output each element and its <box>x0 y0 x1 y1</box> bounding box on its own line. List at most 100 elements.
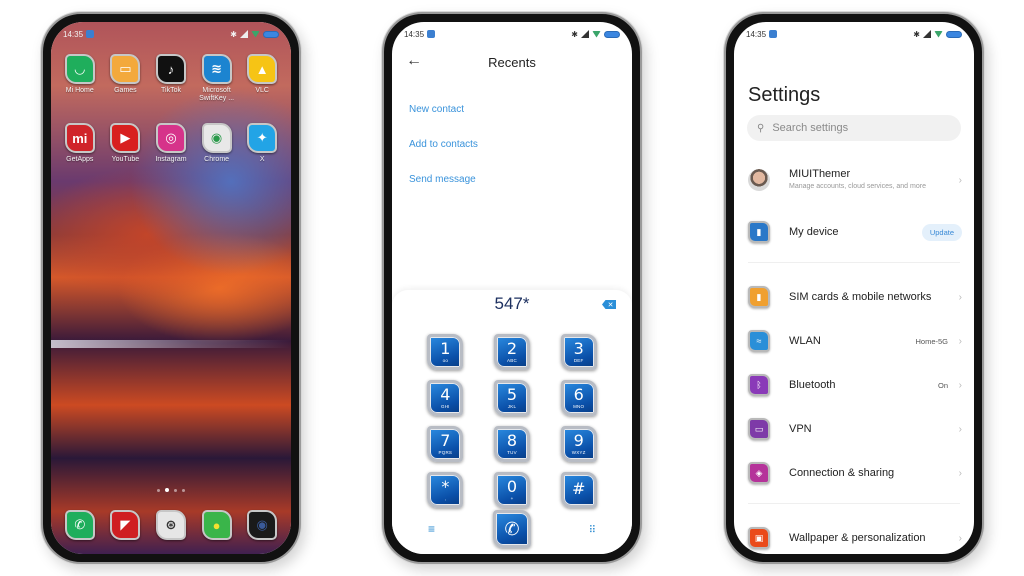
app-vlc[interactable]: ▲ VLC <box>239 54 285 103</box>
dial-key[interactable]: 3 DEF <box>560 334 597 370</box>
key-digit: 2 <box>506 338 518 358</box>
status-time: 14:35 <box>404 29 425 39</box>
device-icon: ▮ <box>748 221 770 243</box>
settings-item-connection-sharing[interactable]: ◈ Connection & sharing › <box>734 451 974 495</box>
settings-item-label: Connection & sharing <box>789 467 895 479</box>
app-tiktok[interactable]: ♪ TikTok <box>148 54 194 103</box>
settings-item-sim-card[interactable]: ▮ SIM cards & mobile networks › <box>734 275 974 319</box>
menu-icon[interactable]: ≡ <box>428 522 435 536</box>
key-letters: PQRS <box>438 449 453 455</box>
dial-key[interactable]: 0 + <box>493 472 530 508</box>
dock-gallery-icon[interactable]: ● <box>201 510 232 540</box>
account-row[interactable]: MIUIThemer Manage accounts, cloud servic… <box>734 150 974 210</box>
settings-list: MIUIThemer Manage accounts, cloud servic… <box>734 150 974 554</box>
page-dot[interactable] <box>157 488 160 492</box>
app-mi-home[interactable]: ◡ Mi Home <box>57 54 103 103</box>
account-subtitle: Manage accounts, cloud services, and mor… <box>789 183 926 191</box>
search-input[interactable]: ⚲ Search settings <box>747 115 961 141</box>
network-settings-group: ▮ SIM cards & mobile networks › ≈ WLAN Ho… <box>734 275 974 495</box>
dial-key[interactable]: 2 ABC <box>493 334 530 370</box>
key-letters: GHI <box>441 403 450 409</box>
settings-item-label: WLAN <box>789 335 821 347</box>
my-device-row[interactable]: ▮ My device Update <box>734 210 974 254</box>
call-button[interactable]: ✆ <box>493 510 531 548</box>
dial-key[interactable]: * , <box>427 472 464 508</box>
app-chrome[interactable]: ◉ Chrome <box>194 123 240 164</box>
new-contact-link[interactable]: New contact <box>409 104 478 115</box>
app-label: VLC <box>255 87 269 94</box>
vlc-icon: ▲ <box>247 54 278 84</box>
update-badge[interactable]: Update <box>921 223 962 241</box>
notification-icon <box>769 30 778 38</box>
app-label: Chrome <box>204 156 230 164</box>
signal-icon <box>923 30 931 38</box>
key-letters: TUV <box>507 449 517 455</box>
wallpaper-icon: ▣ <box>748 527 770 549</box>
battery-icon <box>263 30 279 38</box>
app-instagram[interactable]: ◎ Instagram <box>148 123 194 164</box>
chevron-right-icon: › <box>958 379 962 391</box>
app-youtube[interactable]: ▶ YouTube <box>103 123 149 164</box>
wifi-status-icon <box>934 30 943 38</box>
key-letters: MNO <box>573 403 585 409</box>
dock-camera-icon[interactable]: ◉ <box>247 510 278 540</box>
app-label: TikTok <box>161 87 181 94</box>
account-name: MIUIThemer <box>789 168 851 181</box>
settings-screen: 14:35 ✱ Settings ⚲ Search settings MIUIT… <box>734 22 974 554</box>
app-games[interactable]: ▭ Games <box>103 54 149 103</box>
chevron-right-icon: › <box>958 423 962 435</box>
dock-phone-icon[interactable]: ✆ <box>64 510 95 540</box>
add-to-contacts-link[interactable]: Add to contacts <box>409 139 478 150</box>
keypad: 1 ᴏᴏ 2 ABC 3 DEF 4 GHI 5 JKL 6 MNO 7 PQRS 8 TUV… <box>412 334 612 508</box>
key-digit: 3 <box>573 338 584 358</box>
settings-item-wifi[interactable]: ≈ WLAN Home-5G › <box>734 319 974 363</box>
send-message-link[interactable]: Send message <box>409 174 478 185</box>
wallpaper-lake <box>51 340 291 348</box>
page-dot[interactable] <box>182 488 185 492</box>
instagram-icon: ◎ <box>155 123 186 154</box>
status-time: 14:35 <box>746 29 767 39</box>
bluetooth-status-icon: ✱ <box>230 29 237 39</box>
dial-key[interactable]: 8 TUV <box>493 426 530 462</box>
dock: ✆ ◤ ⊛ ● ◉ <box>57 510 285 540</box>
battery-icon <box>604 30 620 38</box>
dial-key[interactable]: 7 PQRS <box>427 426 464 462</box>
app-swiftkey[interactable]: ≋ Microsoft SwiftKey ... <box>194 54 240 103</box>
dialpad-icon[interactable]: ⠿ <box>589 525 596 536</box>
tiktok-icon: ♪ <box>155 54 186 84</box>
notification-icon <box>427 30 436 38</box>
key-letters: ABC <box>507 357 517 363</box>
settings-item-bluetooth[interactable]: ᛒ Bluetooth On › <box>734 363 974 407</box>
page-indicator <box>51 488 291 492</box>
battery-icon <box>946 30 962 38</box>
dock-messages-icon[interactable]: ◤ <box>110 510 141 540</box>
twitter-icon: ✦ <box>247 123 278 154</box>
key-digit: 9 <box>573 430 584 450</box>
signal-icon <box>581 30 589 38</box>
dial-key[interactable]: 4 GHI <box>427 380 464 416</box>
key-digit: 4 <box>440 384 451 404</box>
dial-key[interactable]: 5 JKL <box>493 380 530 416</box>
dial-key[interactable]: 1 ᴏᴏ <box>427 334 464 370</box>
app-label: YouTube <box>111 156 140 164</box>
dock-settings-icon[interactable]: ⊛ <box>155 510 186 540</box>
settings-item-label: SIM cards & mobile networks <box>789 291 932 303</box>
settings-item-wallpaper[interactable]: ▣ Wallpaper & personalization › <box>734 516 974 554</box>
page-dot[interactable] <box>174 488 177 492</box>
key-letters: JKL <box>507 403 517 409</box>
avatar <box>748 169 770 191</box>
dial-key[interactable]: 6 MNO <box>560 380 597 416</box>
key-digit: * <box>441 476 450 496</box>
dial-key[interactable]: 9 WXYZ <box>560 426 597 462</box>
settings-item-label: Bluetooth <box>789 379 836 391</box>
status-bar: 14:35 ✱ <box>63 28 279 40</box>
app-getapps[interactable]: mi GetApps <box>57 123 103 164</box>
page-title: Settings <box>748 84 821 106</box>
app-twitter[interactable]: ✦ X <box>239 123 285 164</box>
page-dot[interactable] <box>165 488 169 492</box>
dial-key[interactable]: # <box>560 472 597 508</box>
app-label: X <box>259 156 265 164</box>
status-time: 14:35 <box>63 29 84 39</box>
key-letters: DEF <box>573 357 584 363</box>
settings-item-vpn[interactable]: ▭ VPN › <box>734 407 974 451</box>
